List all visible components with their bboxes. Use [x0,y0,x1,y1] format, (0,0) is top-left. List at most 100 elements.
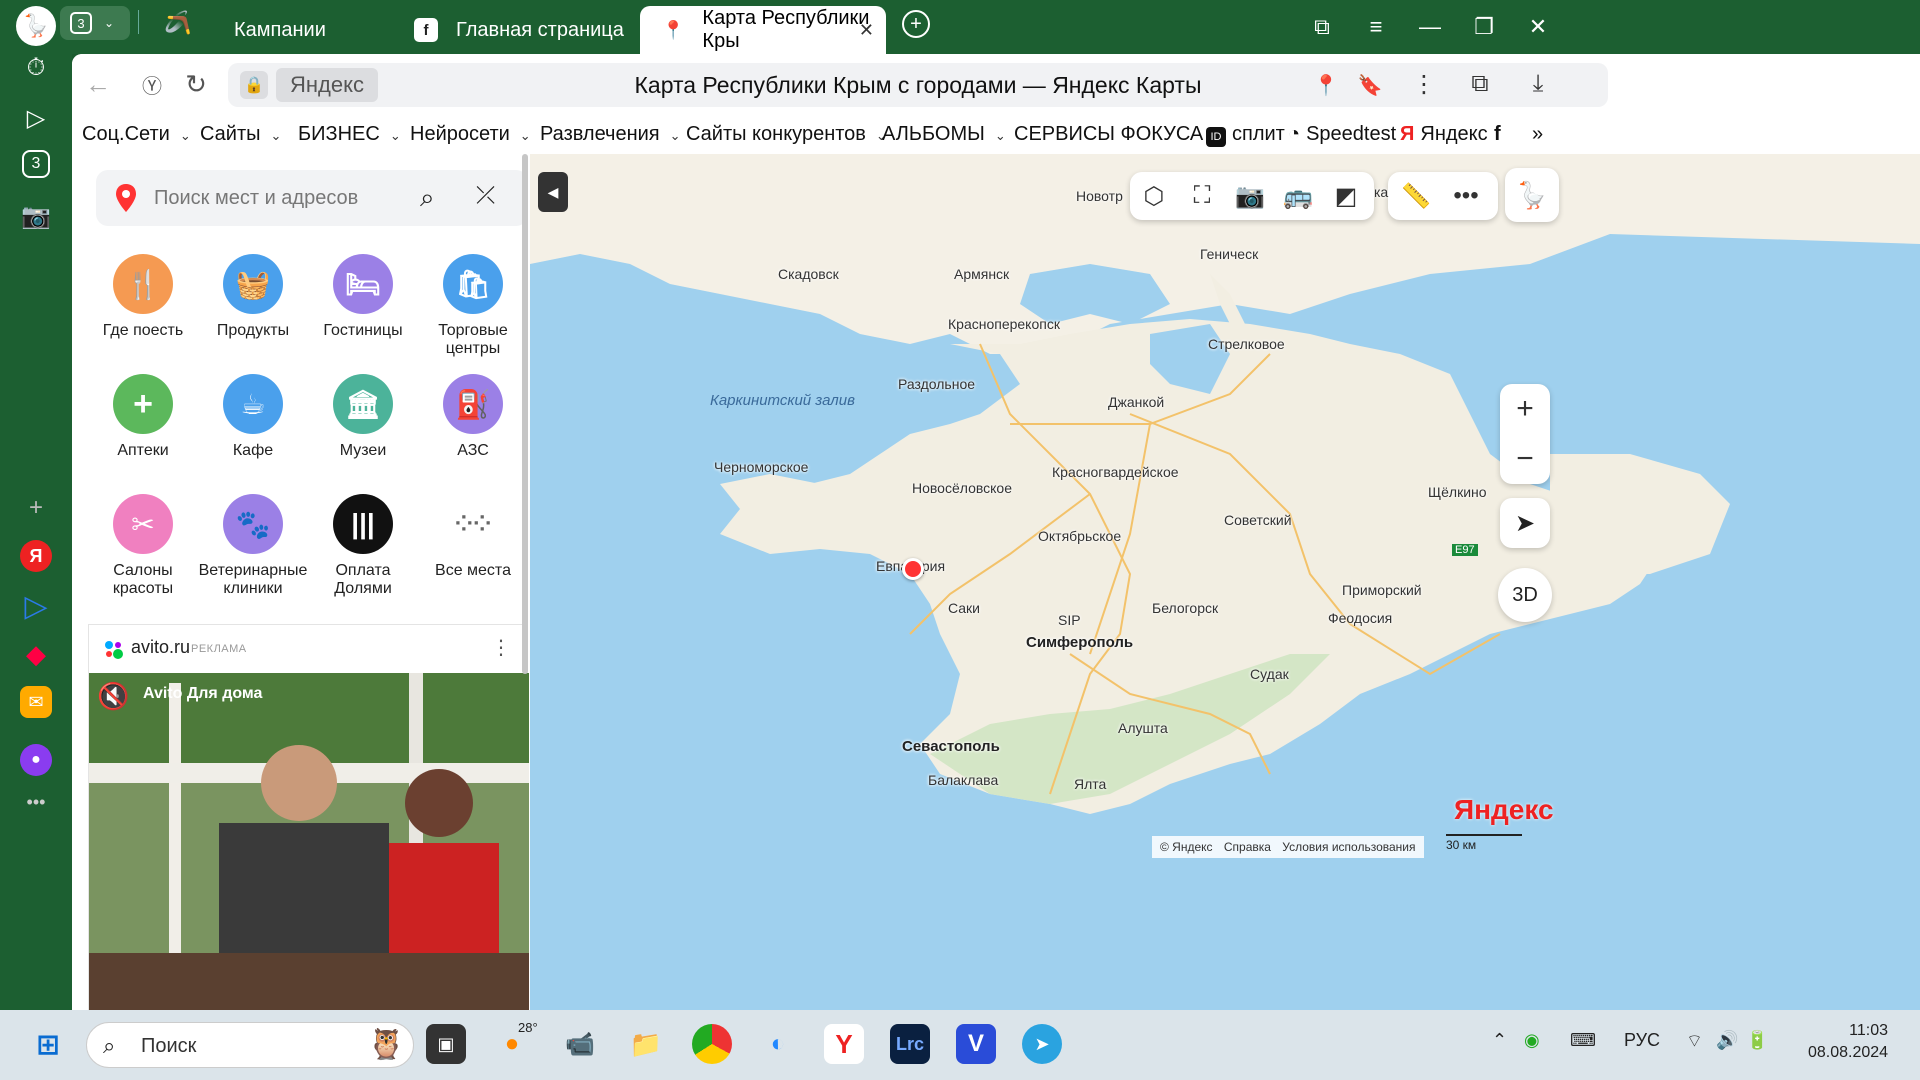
download-icon[interactable]: ⤓ [1520,66,1556,102]
location-icon[interactable]: 📍 [1312,71,1340,99]
copyright-text[interactable]: © Яндекс [1160,840,1213,854]
more-vertical-icon[interactable]: ⋮ [1406,66,1442,102]
yandex-icon[interactable]: Я [20,540,52,572]
bookmark-folder[interactable]: Сайты конкурентов ⌄ [686,120,887,150]
bookmark-folder[interactable]: Соц.Сети ⌄ [82,120,191,150]
minimize-button[interactable]: — [1410,10,1450,44]
close-tab-icon[interactable]: ✕ [859,20,874,41]
search-icon[interactable]: ⌕ [420,182,452,214]
category-pharmacies[interactable]: + Аптеки [88,374,198,460]
zoom-out-button[interactable]: − [1500,434,1550,484]
city-label[interactable]: Красногвардейское [1052,464,1179,480]
airport-label[interactable]: SIP [1058,612,1081,628]
back-button[interactable]: ← [80,66,116,102]
tab-campaigns[interactable]: Кампании [208,6,398,54]
city-label[interactable]: Симферополь [1026,634,1133,651]
volume-icon[interactable]: 🔊 [1716,1030,1738,1051]
battery-icon[interactable]: 🔋 [1746,1030,1768,1051]
lightroom-icon[interactable]: Lrc [890,1024,930,1064]
bookmark-yandex[interactable]: Я Яндекс [1400,120,1488,148]
new-tab-button[interactable]: + [902,10,930,38]
city-label[interactable]: Ялта [1074,776,1106,792]
category-museums[interactable]: 🏛 Музеи [308,374,418,460]
bookmark-folder[interactable]: Нейросети ⌄ [410,120,531,150]
menu-icon[interactable]: ≡ [1356,10,1396,44]
v-app-icon[interactable]: V [956,1024,996,1064]
city-label[interactable]: Феодосия [1328,610,1392,626]
mute-icon[interactable]: 🔇 [97,681,129,712]
city-label[interactable]: Новосёловское [912,480,1012,496]
map-style-icon[interactable]: ◩ [1330,180,1362,212]
bookmark-folder[interactable]: Развлечения ⌄ [540,120,681,150]
task-view-icon[interactable]: ▣ [426,1024,466,1064]
bookmark-icon[interactable]: 🔖 [1356,71,1384,99]
city-label[interactable]: Геническ [1200,246,1258,262]
clock[interactable]: 11:03 08.08.2024 [1808,1020,1888,1064]
category-groceries[interactable]: 🧺 Продукты [198,254,308,340]
category-all[interactable]: ⁘⁘ Все места [418,494,528,580]
tray-chevron-icon[interactable]: ⌃ [1492,1030,1507,1051]
language-indicator[interactable]: РУС [1624,1030,1660,1051]
zoom-in-button[interactable]: + [1500,384,1550,434]
chrome-icon[interactable] [692,1024,732,1064]
bookmark-facebook[interactable]: f [1494,120,1501,148]
bookmark-folder[interactable]: СЕРВИСЫ ФОКУСА⌄ [1014,120,1224,150]
city-label[interactable]: Джанкой [1108,394,1164,410]
play-icon[interactable]: ▷ [18,100,54,136]
ad-video[interactable]: 🔇 Avito Для дома [89,673,529,1010]
city-label[interactable]: Советский [1224,512,1292,528]
wifi-icon[interactable]: ⌔ [1686,1030,1703,1053]
category-dolyami[interactable]: ||| Оплата Долями [308,494,418,598]
city-label[interactable]: Раздольное [898,376,975,392]
market-icon[interactable]: ◆ [18,636,54,672]
direct-icon[interactable]: ▷ [18,588,54,624]
tab-crimea-map[interactable]: 📍 Карта Республики Кры ✕ [640,6,886,54]
start-button[interactable]: ⊞ [28,1024,68,1064]
user-avatar[interactable]: 🪿 [1505,168,1559,222]
city-label[interactable]: Щёлкино [1428,484,1487,500]
browser-menu-icon[interactable]: 🪿 [16,6,56,46]
ad-name[interactable]: avito.ru [131,637,190,658]
terms-link[interactable]: Условия использования [1282,840,1415,854]
city-label[interactable]: Алушта [1118,720,1168,736]
edge-icon[interactable]: ◐ [758,1024,798,1064]
ruler-icon[interactable]: 📏 [1400,180,1432,212]
tray-app-icon[interactable]: ◉ [1524,1030,1540,1051]
city-label[interactable]: Новотр [1076,188,1123,204]
bookmark-folder[interactable]: АЛЬБОМЫ ⌄ [882,120,1006,150]
tab-home[interactable]: f Главная страница [392,6,642,54]
search-input[interactable]: Поиск мест и адресов [154,170,358,226]
more-icon[interactable]: ••• [18,784,54,820]
bookmark-folder[interactable]: БИЗНЕС ⌄ [298,120,401,150]
city-label[interactable]: Балаклава [928,772,998,788]
yandex-home-button[interactable]: Ⓨ [134,66,170,102]
bookmark-split[interactable]: ID сплит [1206,120,1285,148]
city-label[interactable]: Октябрьское [1038,528,1121,544]
my-location-button[interactable]: ➤ [1500,498,1550,548]
map-view[interactable]: ◀ Каркинитский залив Новотр Скадовск Арм… [530,154,1920,1010]
keyboard-icon[interactable]: ⌨ [1570,1030,1596,1051]
bookmark-speedtest[interactable]: ◔ Speedtest [1288,120,1396,148]
category-food[interactable]: 🍴 Где поесть [88,254,198,340]
ad-menu-icon[interactable]: ⋮ [491,635,511,660]
alice-icon[interactable]: ● [20,744,52,776]
category-vet[interactable]: 🐾 Ветеринарные клиники [198,494,308,598]
3d-button[interactable]: 3D [1498,568,1552,622]
mail-icon[interactable]: ✉ [20,686,52,718]
file-explorer-icon[interactable]: 📁 [626,1024,666,1064]
more-icon[interactable]: ••• [1450,180,1482,212]
city-label[interactable]: Черноморское [714,459,808,475]
category-gas[interactable]: ⛽ АЗС [418,374,528,460]
yandex-browser-icon[interactable]: Y [824,1024,864,1064]
screenshot-icon[interactable]: 📷 [18,198,54,234]
maximize-button[interactable]: ❐ [1464,10,1504,44]
layers-icon[interactable]: ⬡ [1138,180,1170,212]
reload-button[interactable]: ↻ [178,66,214,102]
taskbar-search[interactable]: ⌕ Поиск 🦉 [86,1022,414,1068]
category-beauty[interactable]: ✂ Салоны красоты [88,494,198,598]
url-box[interactable]: 🔒 Яндекс Карта Республики Крым с городам… [228,63,1608,107]
city-label[interactable]: Белогорск [1152,600,1218,616]
bookmark-folder[interactable]: Сайты ⌄ [200,120,281,150]
city-label[interactable]: Саки [948,600,980,616]
help-link[interactable]: Справка [1224,840,1271,854]
